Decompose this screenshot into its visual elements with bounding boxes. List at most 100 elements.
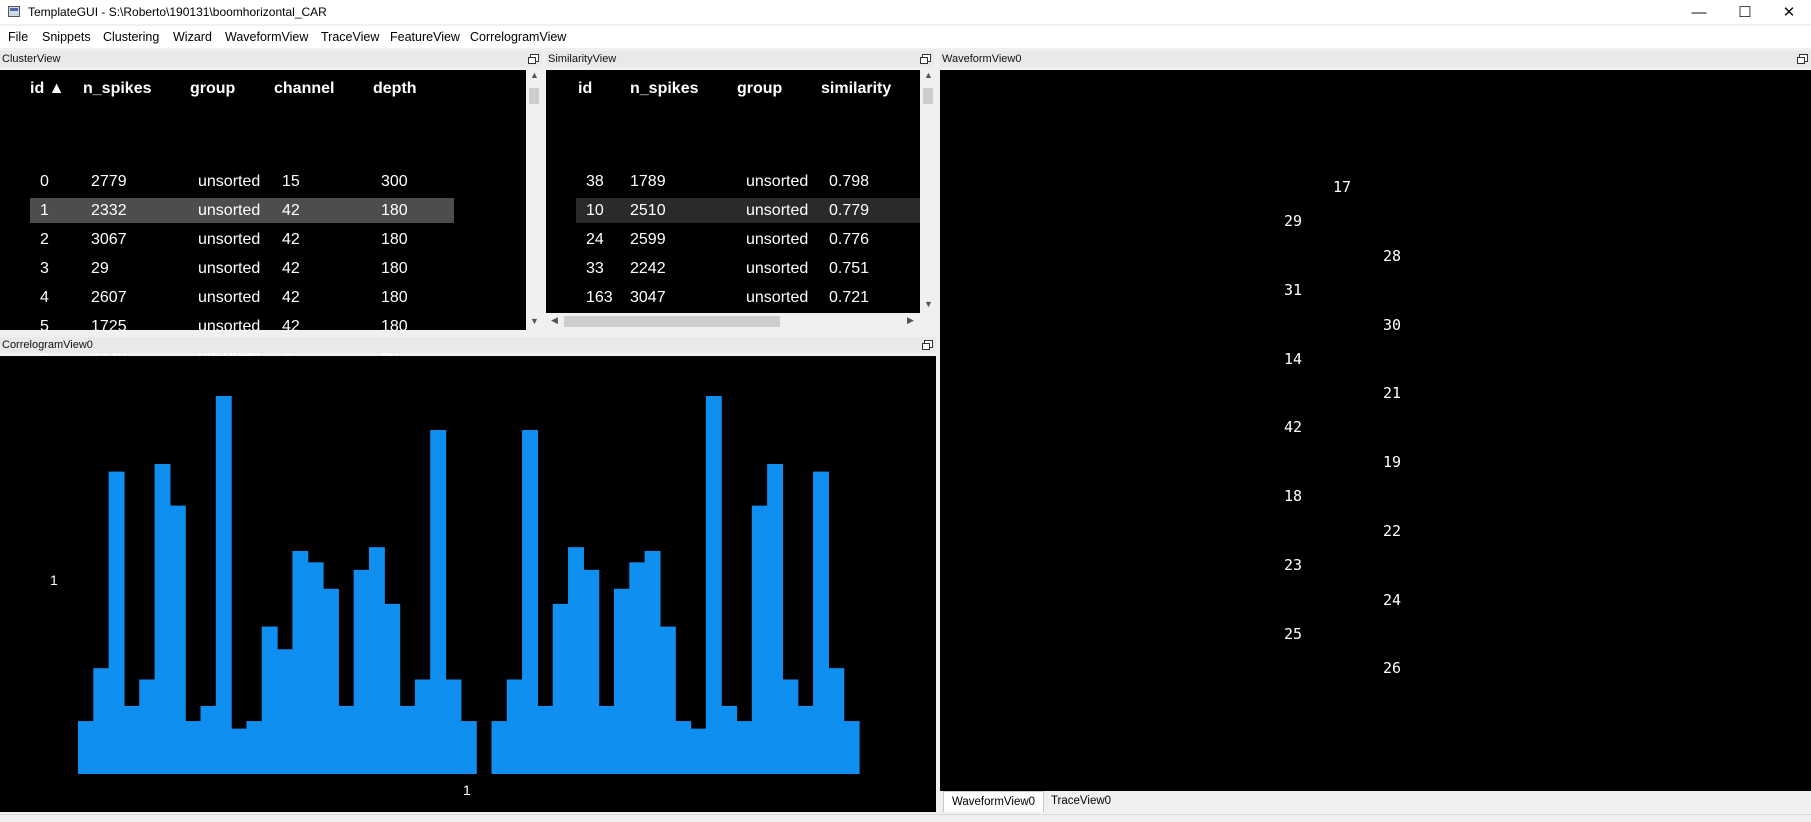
correlogram-bar <box>552 603 569 774</box>
menu-traceview[interactable]: TraceView <box>321 30 379 44</box>
scroll-down-icon[interactable]: ▼ <box>526 316 543 326</box>
scroll-right-icon[interactable]: ▶ <box>902 315 919 326</box>
similarity-horizontal-scrollbar[interactable]: ◀ ▶ <box>546 313 936 330</box>
table-cell: unsorted <box>746 260 809 277</box>
tab-traceview0[interactable]: TraceView0 <box>1046 791 1116 812</box>
float-icon[interactable] <box>920 54 931 64</box>
minimize-button[interactable]: — <box>1676 0 1722 24</box>
cluster-table: id ▲ n_spikes group channel depth 0 2779 u… <box>0 70 526 393</box>
table-cell: 3067 <box>91 231 127 248</box>
table-cell: 0.779 <box>829 202 870 219</box>
correlogram-bar <box>506 679 523 774</box>
table-cell: 2 <box>40 231 49 248</box>
similarity-vertical-scrollbar[interactable]: ▲ ▼ <box>920 70 936 313</box>
menu-waveformview[interactable]: WaveformView <box>225 30 308 44</box>
float-icon[interactable] <box>1797 54 1808 64</box>
correlogram-bar <box>261 626 278 774</box>
cluster-vertical-scrollbar[interactable]: ▲ ▼ <box>526 70 542 330</box>
correlogram-chart <box>78 396 860 774</box>
correlogram-canvas[interactable]: 1 1 <box>0 356 936 812</box>
table-cell: 38 <box>586 173 604 190</box>
channel-label: 19 <box>1383 453 1402 471</box>
float-icon[interactable] <box>528 54 539 64</box>
column-header-id[interactable]: id <box>578 80 592 98</box>
table-row[interactable]: 24 2599 unsorted 0.776 <box>576 227 920 252</box>
column-header-channel[interactable]: channel <box>274 80 334 98</box>
table-row[interactable]: 38 1789 unsorted 0.798 <box>576 169 920 194</box>
table-cell: 42 <box>282 231 300 248</box>
channel-label: 29 <box>1284 212 1303 230</box>
column-header-n-spikes[interactable]: n_spikes <box>630 80 698 98</box>
maximize-button[interactable]: ☐ <box>1722 0 1768 24</box>
close-button[interactable]: ✕ <box>1766 0 1811 24</box>
channel-label: 21 <box>1383 384 1402 402</box>
correlogram-bar <box>767 464 784 774</box>
menu-snippets[interactable]: Snippets <box>42 30 91 44</box>
clusterview-title: ClusterView <box>2 53 61 65</box>
table-cell: 0.751 <box>829 260 870 277</box>
table-cell: 0.776 <box>829 231 870 248</box>
correlogram-bar <box>537 705 554 774</box>
correlogram-bar <box>169 505 186 774</box>
channel-label: 22 <box>1383 522 1402 540</box>
column-header-n-spikes[interactable]: n_spikes <box>83 80 151 98</box>
correlogram-bar <box>231 728 248 774</box>
table-cell: unsorted <box>198 173 261 190</box>
table-cell: 180 <box>381 289 408 306</box>
correlogram-bar <box>782 679 799 774</box>
column-header-depth[interactable]: depth <box>373 80 417 98</box>
correlogram-bar <box>613 588 630 774</box>
table-row[interactable]: 5 1725 unsorted 42 180 <box>30 314 454 339</box>
menu-featureview[interactable]: FeatureView <box>390 30 460 44</box>
waveformview-title: WaveformView0 <box>942 53 1022 65</box>
table-cell: 42 <box>282 318 300 335</box>
scroll-up-icon[interactable]: ▲ <box>920 70 937 80</box>
table-cell: 0 <box>40 173 49 190</box>
table-row[interactable]: 2 3067 unsorted 42 180 <box>30 227 454 252</box>
correlogram-bar <box>736 721 753 774</box>
float-icon[interactable] <box>922 340 933 350</box>
clusterview-header: ClusterView <box>0 51 542 67</box>
scroll-thumb[interactable] <box>564 316 780 327</box>
menu-correlogramview[interactable]: CorrelogramView <box>470 30 566 44</box>
column-header-group[interactable]: group <box>190 80 235 98</box>
table-row[interactable]: 33 2242 unsorted 0.751 <box>576 256 920 281</box>
scroll-down-icon[interactable]: ▼ <box>920 299 937 309</box>
table-cell: 0.721 <box>829 289 870 306</box>
scroll-thumb[interactable] <box>923 88 933 104</box>
correlogram-bar <box>200 705 217 774</box>
correlogram-bar <box>629 562 646 774</box>
menu-clustering[interactable]: Clustering <box>103 30 159 44</box>
table-row[interactable]: 3 29 unsorted 42 180 <box>30 256 454 281</box>
correlogram-bar <box>292 550 309 774</box>
table-row[interactable]: 10 2510 unsorted 0.779 <box>576 198 920 223</box>
table-row[interactable]: 4 2607 unsorted 42 180 <box>30 285 454 310</box>
waveform-canvas[interactable]: 17 29 31 14 42 18 23 25 28 30 21 19 22 2… <box>940 70 1811 791</box>
table-row[interactable]: 163 3047 unsorted 0.721 <box>576 285 920 310</box>
table-cell: 10 <box>586 202 604 219</box>
correlogram-bar <box>430 430 447 774</box>
table-cell: 0.798 <box>829 173 870 190</box>
correlogram-bar <box>353 569 370 774</box>
correlogram-x-label: 1 <box>463 782 471 798</box>
table-cell: 1 <box>40 202 49 219</box>
tab-waveformview0[interactable]: WaveformView0 <box>943 791 1044 812</box>
table-cell: 1725 <box>91 318 127 335</box>
correlogram-bar <box>154 464 171 774</box>
scroll-thumb[interactable] <box>529 88 539 104</box>
correlogram-bar <box>93 668 110 774</box>
table-row[interactable]: 0 2779 unsorted 15 300 <box>30 169 454 194</box>
scroll-left-icon[interactable]: ◀ <box>546 315 563 326</box>
menu-file[interactable]: File <box>8 30 28 44</box>
column-header-group[interactable]: group <box>737 80 782 98</box>
scroll-up-icon[interactable]: ▲ <box>526 70 543 80</box>
menu-wizard[interactable]: Wizard <box>173 30 212 44</box>
table-cell: 2607 <box>91 289 127 306</box>
table-row[interactable]: 1 2332 unsorted 42 180 <box>30 198 454 223</box>
column-header-similarity[interactable]: similarity <box>821 80 891 98</box>
column-header-id[interactable]: id ▲ <box>30 80 65 98</box>
correlogram-y-label: 1 <box>50 572 58 588</box>
channel-label: 24 <box>1383 591 1402 609</box>
similarity-table: id n_spikes group similarity 38 1789 unsor… <box>546 70 920 313</box>
correlogram-bar <box>705 396 722 774</box>
